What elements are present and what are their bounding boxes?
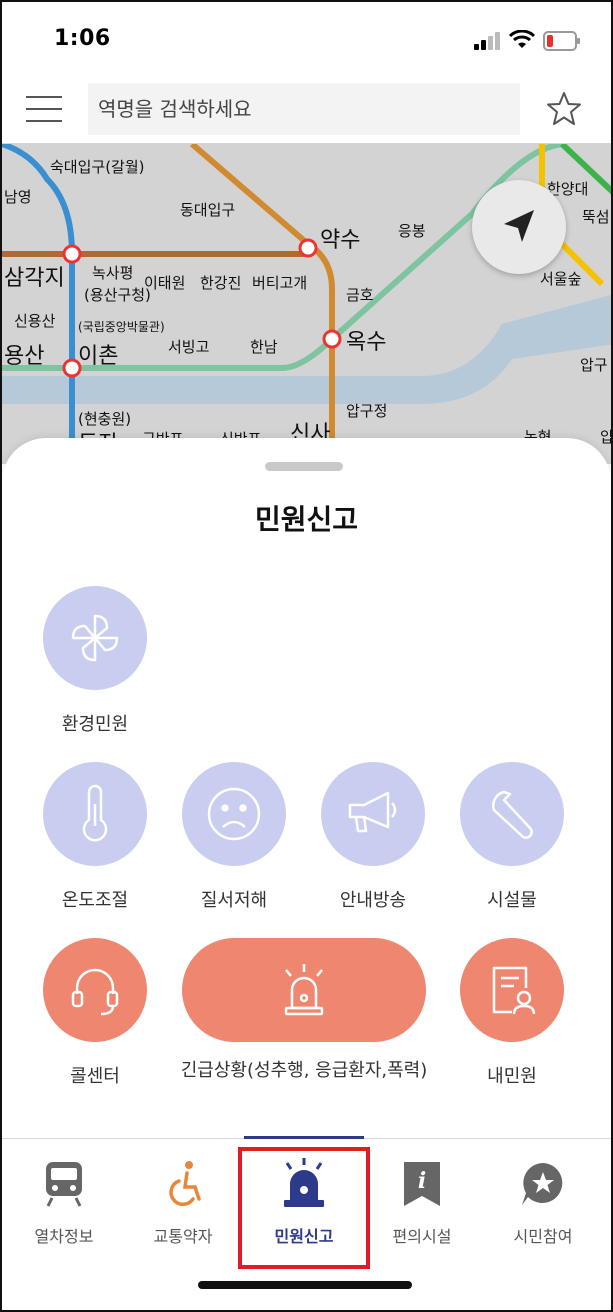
train-icon	[4, 1157, 124, 1211]
active-tab-indicator	[244, 1136, 364, 1139]
emergency-label: 긴급상황(성추행, 응급환자,폭력)	[180, 1060, 428, 1081]
station-label[interactable]: 숙대입구(갈월)	[50, 156, 145, 177]
item-label: 콜센터	[70, 1066, 120, 1087]
station-label[interactable]: 응봉	[398, 220, 426, 241]
announcement-button[interactable]: 안내방송	[303, 762, 443, 912]
menu-icon[interactable]	[26, 96, 62, 126]
station-label[interactable]: 압구	[600, 426, 611, 447]
station-label[interactable]: 남영	[4, 186, 32, 207]
current-location-button[interactable]	[472, 180, 566, 274]
environment-complaint-button[interactable]: 환경민원	[25, 586, 165, 736]
station-label[interactable]: 이촌	[78, 338, 118, 370]
nav-label: 시민참여	[513, 1227, 573, 1246]
item-label: 내민원	[487, 1066, 537, 1087]
headset-icon	[43, 938, 147, 1042]
sheet-drag-handle[interactable]	[265, 462, 343, 471]
item-label: 환경민원	[61, 714, 129, 735]
info-icon: i	[362, 1157, 482, 1211]
tab-facilities[interactable]: i 편의시설	[362, 1157, 482, 1247]
station-label[interactable]: 약수	[320, 222, 360, 254]
nav-label: 편의시설	[392, 1227, 452, 1246]
subway-map[interactable]: 숙대입구(갈월) 동대입구 약수 응봉 한양대 뚝섬 남영 삼각지 녹사평 (용…	[2, 144, 611, 464]
tab-citizen-participation[interactable]: 시민참여	[483, 1157, 603, 1247]
station-search-input[interactable]	[88, 83, 520, 135]
station-label[interactable]: 용산	[4, 338, 44, 370]
bottom-navigation: 열차정보 교통약자 민원신고 i 편의시설 시민참여	[2, 1136, 611, 1310]
station-label[interactable]: 이태원	[144, 272, 185, 293]
station-label[interactable]: 금호	[346, 284, 374, 305]
my-complaint-icon	[460, 938, 564, 1042]
nav-label: 열차정보	[34, 1227, 94, 1246]
sheet-title: 민원신고	[254, 503, 359, 536]
station-label[interactable]: 뚝섬	[582, 206, 610, 227]
status-bar: 1:06	[2, 2, 611, 78]
item-label: 시설물	[487, 890, 537, 911]
megaphone-icon	[321, 762, 425, 866]
tab-train-info[interactable]: 열차정보	[4, 1157, 124, 1247]
wifi-icon	[509, 30, 535, 48]
station-label[interactable]: 서울숲	[540, 268, 581, 289]
svg-text:i: i	[418, 1168, 426, 1194]
complaint-sheet: 민원신고 환경민원 온도조절 질서저해 안내방송 시설물 콜센터 긴급상황(성추…	[2, 438, 611, 1138]
favorite-star-icon[interactable]	[545, 90, 583, 128]
navigation-arrow-icon	[504, 210, 534, 242]
nav-label: 민원신고	[274, 1227, 334, 1246]
temperature-control-button[interactable]: 온도조절	[25, 762, 165, 912]
siren-icon	[284, 964, 324, 1016]
station-label[interactable]: 압구	[580, 354, 608, 375]
station-label[interactable]: 동대입구	[180, 199, 235, 220]
siren-icon	[244, 1157, 364, 1211]
station-label[interactable]: 한강진	[200, 272, 241, 293]
app-frame: 1:06 역명을 검색하세요 숙대입구(갈월) 동대입구 약수 응봉 한양대 뚝…	[0, 0, 613, 1312]
pinwheel-icon	[43, 586, 147, 690]
station-label[interactable]: 한남	[250, 336, 278, 357]
signal-icon	[474, 32, 500, 50]
wrench-icon	[460, 762, 564, 866]
station-label[interactable]: 버티고개	[252, 272, 307, 293]
item-label: 온도조절	[61, 890, 129, 911]
call-center-button[interactable]: 콜센터	[25, 938, 165, 1088]
status-time: 1:06	[54, 26, 111, 51]
sad-face-icon	[182, 762, 286, 866]
facility-report-button[interactable]: 시설물	[442, 762, 582, 912]
wheelchair-icon	[123, 1157, 243, 1211]
station-label[interactable]: (용산구청)	[84, 284, 151, 305]
emergency-report-button[interactable]	[182, 938, 426, 1042]
battery-icon	[543, 31, 580, 51]
home-indicator	[198, 1281, 412, 1289]
station-label[interactable]: (국립중앙박물관)	[78, 318, 165, 335]
search-bar	[2, 78, 611, 144]
item-label: 안내방송	[339, 890, 407, 911]
station-label[interactable]: 옥수	[346, 324, 386, 356]
my-complaints-button[interactable]: 내민원	[442, 938, 582, 1088]
station-label[interactable]: 신용산	[14, 310, 55, 331]
station-label[interactable]: 녹사평	[92, 262, 133, 283]
thermometer-icon	[43, 762, 147, 866]
tab-complaint-report[interactable]: 민원신고	[244, 1157, 364, 1247]
disorder-report-button[interactable]: 질서저해	[164, 762, 304, 912]
station-label[interactable]: 압구정	[346, 400, 387, 421]
tab-mobility-impaired[interactable]: 교통약자	[123, 1157, 243, 1247]
nav-label: 교통약자	[153, 1227, 213, 1246]
item-label: 질서저해	[200, 890, 268, 911]
station-label[interactable]: 삼각지	[4, 260, 65, 292]
star-bubble-icon	[483, 1157, 603, 1211]
station-label[interactable]: 서빙고	[168, 336, 209, 357]
